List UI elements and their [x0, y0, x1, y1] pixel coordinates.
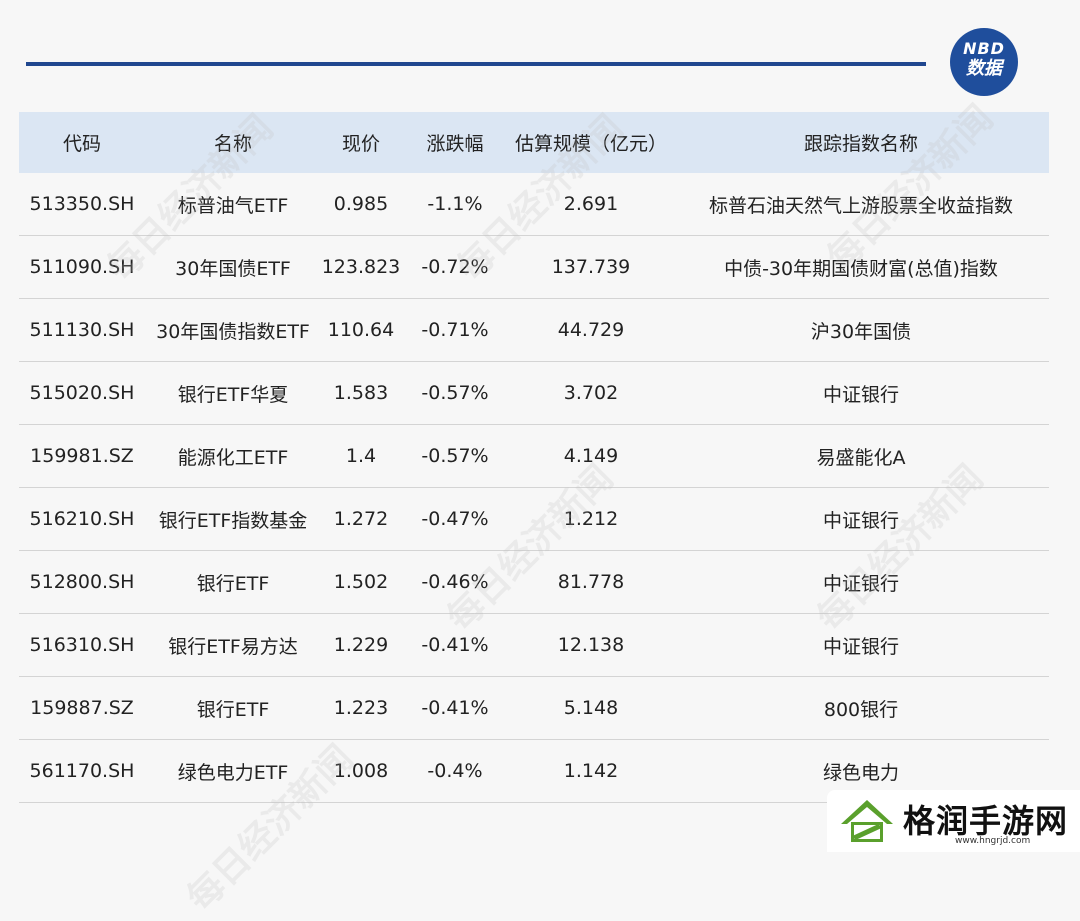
header-name: 名称 [213, 133, 252, 155]
cell-name: 银行ETF指数基金 [158, 509, 308, 532]
table-row: 515020.SH 银行ETF华夏 1.583 -0.57% 3.702 中证银… [19, 362, 1049, 425]
cell-code: 515020.SH [29, 382, 135, 404]
cell-index: 标普石油天然气上游股票全收益指数 [708, 194, 1013, 217]
cell-scale: 1.142 [563, 760, 619, 782]
top-divider-line [26, 62, 926, 66]
cell-name: 绿色电力ETF [177, 761, 289, 784]
cell-index: 中证银行 [822, 509, 899, 532]
cell-code: 159981.SZ [30, 445, 134, 467]
table-row: 516310.SH 银行ETF易方达 1.229 -0.41% 12.138 中… [19, 614, 1049, 677]
cell-index: 中证银行 [822, 572, 899, 595]
header-code: 代码 [62, 133, 101, 155]
cell-index: 易盛能化A [816, 446, 906, 469]
cell-index: 中债-30年期国债财富(总值)指数 [724, 257, 998, 280]
header-scale: 估算规模（亿元） [514, 133, 667, 155]
header-price: 现价 [341, 133, 380, 155]
cell-change: -0.47% [421, 508, 489, 530]
cell-price: 1.583 [333, 382, 389, 404]
table-row: 513350.SH 标普油气ETF 0.985 -1.1% 2.691 标普石油… [19, 173, 1049, 236]
cell-code: 561170.SH [29, 760, 135, 782]
table-header-row: 代码 名称 现价 涨跌幅 估算规模（亿元） 跟踪指数名称 [19, 112, 1049, 173]
table-row: 516210.SH 银行ETF指数基金 1.272 -0.47% 1.212 中… [19, 488, 1049, 551]
cell-scale: 81.778 [557, 571, 625, 593]
header-change: 涨跌幅 [426, 133, 484, 155]
house-logo-icon [841, 800, 893, 842]
site-url: www.hngrjd.com [955, 836, 1031, 846]
cell-name: 银行ETF [196, 698, 270, 721]
cell-code: 159887.SZ [30, 697, 134, 719]
cell-name: 银行ETF [196, 572, 270, 595]
table-row: 512800.SH 银行ETF 1.502 -0.46% 81.778 中证银行 [19, 551, 1049, 614]
cell-change: -0.71% [421, 319, 489, 341]
cell-price: 1.502 [333, 571, 389, 593]
cell-change: -0.4% [427, 760, 483, 782]
logo-line-2: 数据 [966, 58, 1002, 79]
table-row: 511130.SH 30年国债指数ETF 110.64 -0.71% 44.72… [19, 299, 1049, 362]
cell-scale: 5.148 [563, 697, 619, 719]
cell-price: 0.985 [333, 193, 389, 215]
cell-name: 30年国债ETF [175, 257, 291, 280]
cell-change: -0.41% [421, 697, 489, 719]
table-row: 159887.SZ 银行ETF 1.223 -0.41% 5.148 800银行 [19, 677, 1049, 740]
cell-name: 银行ETF易方达 [168, 635, 298, 658]
cell-index: 中证银行 [822, 383, 899, 406]
cell-scale: 137.739 [551, 256, 631, 278]
cell-change: -0.72% [421, 256, 489, 278]
cell-price: 1.008 [333, 760, 389, 782]
cell-scale: 2.691 [563, 193, 619, 215]
cell-name: 30年国债指数ETF [156, 320, 310, 343]
cell-name: 标普油气ETF [177, 194, 289, 217]
header-index: 跟踪指数名称 [803, 133, 918, 155]
nbd-data-logo: NBD 数据 [950, 28, 1018, 96]
logo-line-1: NBD [963, 39, 1005, 58]
cell-price: 1.223 [333, 697, 389, 719]
cell-scale: 44.729 [557, 319, 625, 341]
cell-change: -0.57% [421, 382, 489, 404]
cell-index: 800银行 [823, 698, 899, 721]
cell-scale: 4.149 [563, 445, 619, 467]
table-row: 511090.SH 30年国债ETF 123.823 -0.72% 137.73… [19, 236, 1049, 299]
cell-price: 1.4 [345, 445, 377, 467]
cell-change: -0.57% [421, 445, 489, 467]
cell-scale: 3.702 [563, 382, 619, 404]
cell-price: 123.823 [321, 256, 401, 278]
cell-scale: 12.138 [557, 634, 625, 656]
cell-index: 沪30年国债 [810, 320, 912, 343]
cell-index: 绿色电力 [822, 761, 899, 784]
cell-code: 512800.SH [29, 571, 135, 593]
cell-price: 1.229 [333, 634, 389, 656]
cell-index: 中证银行 [822, 635, 899, 658]
site-watermark-badge: 格润手游网 www.hngrjd.com [827, 790, 1080, 852]
cell-price: 110.64 [327, 319, 395, 341]
cell-name: 能源化工ETF [177, 446, 289, 469]
cell-code: 511090.SH [29, 256, 135, 278]
cell-change: -1.1% [427, 193, 483, 215]
cell-name: 银行ETF华夏 [177, 383, 289, 406]
cell-code: 516210.SH [29, 508, 135, 530]
cell-price: 1.272 [333, 508, 389, 530]
cell-change: -0.41% [421, 634, 489, 656]
cell-code: 516310.SH [29, 634, 135, 656]
cell-code: 511130.SH [29, 319, 135, 341]
cell-code: 513350.SH [29, 193, 135, 215]
etf-table: 代码 名称 现价 涨跌幅 估算规模（亿元） 跟踪指数名称 513350.SH 标… [19, 112, 1049, 803]
cell-scale: 1.212 [563, 508, 619, 530]
cell-change: -0.46% [421, 571, 489, 593]
table-row: 159981.SZ 能源化工ETF 1.4 -0.57% 4.149 易盛能化A [19, 425, 1049, 488]
